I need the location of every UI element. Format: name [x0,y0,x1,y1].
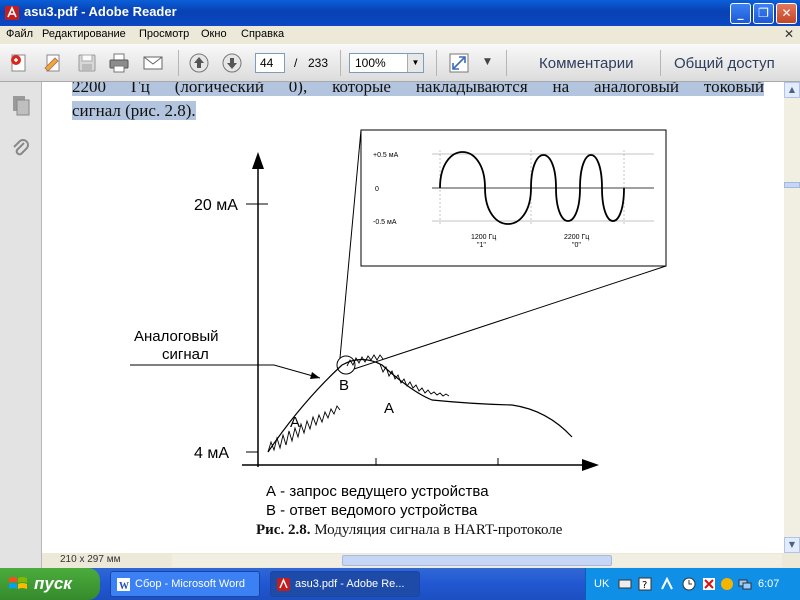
inset-label-plus: +0.5 мА [373,152,399,159]
magnifier-circle [336,355,356,375]
clock: 6:07 [758,578,780,590]
network-icon[interactable] [738,577,752,591]
maximize-button[interactable]: ❐ [753,3,774,24]
help-icon[interactable]: ? [638,577,652,591]
legend-b: В - ответ ведомого устройства [266,502,478,519]
analog-label-line-2: сигнал [162,346,209,363]
scroll-down-button[interactable]: ▼ [784,537,800,553]
taskbar-item-word[interactable]: W Сбор - Microsoft Word [110,571,260,597]
y-label-20ma: 20 мА [194,197,238,214]
analog-label-line-1: Аналоговый [134,328,219,345]
share-button[interactable]: Общий доступ [674,55,775,72]
hart-modulation-figure: 20 мА 4 мА Аналоговый сигнал А В А +0.5 … [130,129,667,519]
menu-window[interactable]: Окно [201,28,227,40]
inset-bit-1: "1" [477,242,486,249]
attachments-icon[interactable] [10,138,32,160]
toolbar: / 233 100% ▼ ▼ Комментарии Общий доступ [0,44,800,82]
taskbar-item-label: Сбор - Microsoft Word [135,578,246,590]
fit-page-icon[interactable] [448,52,470,74]
comments-button[interactable]: Комментарии [539,55,633,72]
hart-noise-a1 [267,405,341,453]
inset-freq-2200: 2200 Гц [564,234,589,241]
inset-bit-0: "0" [572,242,581,249]
adobe-reader-icon [277,578,290,591]
caption-number: Рис. 2.8. [256,522,311,538]
page-total: 233 [308,56,329,70]
adobe-reader-icon [5,6,19,20]
menu-edit[interactable]: Редактирование [42,28,126,40]
y-label-4ma: 4 мА [194,445,229,462]
inset-label-zero: 0 [375,186,379,193]
toolbar-separator [436,50,437,76]
navigation-pane [0,82,42,568]
antivirus-icon[interactable] [702,577,716,591]
point-b: В [339,377,349,394]
taskbar-item-label: asu3.pdf - Adobe Re... [295,578,405,590]
print-icon[interactable] [108,52,130,74]
word-icon: W [117,578,130,592]
vertical-scrollbar[interactable]: ▲ ▼ [784,82,800,553]
inset-freq-1200: 1200 Гц [471,234,496,241]
save-icon[interactable] [76,52,98,74]
zoom-value: 100% [355,56,386,70]
update-icon[interactable] [720,577,734,591]
document-view[interactable]: 2200 Гц (логический 0), которые накладыв… [42,82,784,553]
x-axis-arrow [582,459,599,471]
language-indicator[interactable]: UK [594,578,609,590]
svg-text:?: ? [642,580,647,591]
page-separator: / [294,56,298,70]
previous-page-icon[interactable] [188,52,210,74]
zoom-select[interactable]: 100% ▼ [349,53,424,73]
menu-view[interactable]: Просмотр [139,28,189,40]
email-icon[interactable] [142,52,164,74]
create-pdf-icon[interactable] [8,52,30,74]
window-title: asu3.pdf - Adobe Reader [24,4,177,19]
next-page-icon[interactable] [221,52,243,74]
page-size: 210 x 297 мм [60,554,121,565]
menu-bar: Файл Редактирование Просмотр Окно Справк… [0,26,800,44]
taskbar-item-adobe-reader[interactable]: asu3.pdf - Adobe Re... [270,571,420,597]
analog-label-pointer-arrow [310,372,320,379]
start-label: пуск [34,574,72,593]
analog-label-pointer [130,364,321,379]
figure-caption: Рис. 2.8. Модуляция сигнала в HART-прото… [256,522,562,539]
toolbar-separator [178,50,179,76]
point-a-2: А [384,400,394,417]
magnifier-line [339,129,362,359]
title-bar: asu3.pdf - Adobe Reader _ ❐ ✕ [0,0,800,26]
svg-text:W: W [119,581,129,592]
page-number-input[interactable] [255,53,285,73]
scroll-up-button[interactable]: ▲ [784,82,800,98]
close-button[interactable]: ✕ [776,3,797,24]
minimize-button[interactable]: _ [730,3,751,24]
inset-label-minus: -0.5 мА [373,219,397,226]
taskbar: пуск W Сбор - Microsoft Word asu3.pdf - … [0,568,800,600]
horizontal-scrollbar[interactable] [172,554,782,567]
edit-icon[interactable] [42,52,64,74]
horizontal-scroll-thumb[interactable] [342,555,612,566]
system-tray: UK ? 6:07 [585,568,800,600]
menu-help[interactable]: Справка [241,28,284,40]
caption-text: Модуляция сигнала в HART-протоколе [310,522,563,538]
windows-flag-icon [9,577,27,589]
pages-panel-icon[interactable] [10,94,32,116]
close-document-icon[interactable]: ✕ [784,27,794,41]
toolbar-separator [660,50,661,76]
status-row: 210 x 297 мм [42,553,800,568]
clock-icon[interactable] [682,577,696,591]
keyboard-icon[interactable] [618,577,632,591]
toolbar-separator [506,50,507,76]
magnifier-line [353,265,667,370]
legend-a: А - запрос ведущего устройства [266,483,489,500]
language-bar-icon[interactable] [660,577,674,591]
menu-file[interactable]: Файл [6,28,33,40]
toolbar-more-icon[interactable]: ▼ [484,57,491,67]
inset-box [360,129,667,267]
start-button[interactable]: пуск [0,568,100,600]
y-axis-arrow [252,152,264,169]
chevron-down-icon[interactable]: ▼ [407,54,423,72]
scroll-thumb[interactable] [784,182,800,188]
point-a-1: А [290,414,300,431]
toolbar-separator [340,50,341,76]
